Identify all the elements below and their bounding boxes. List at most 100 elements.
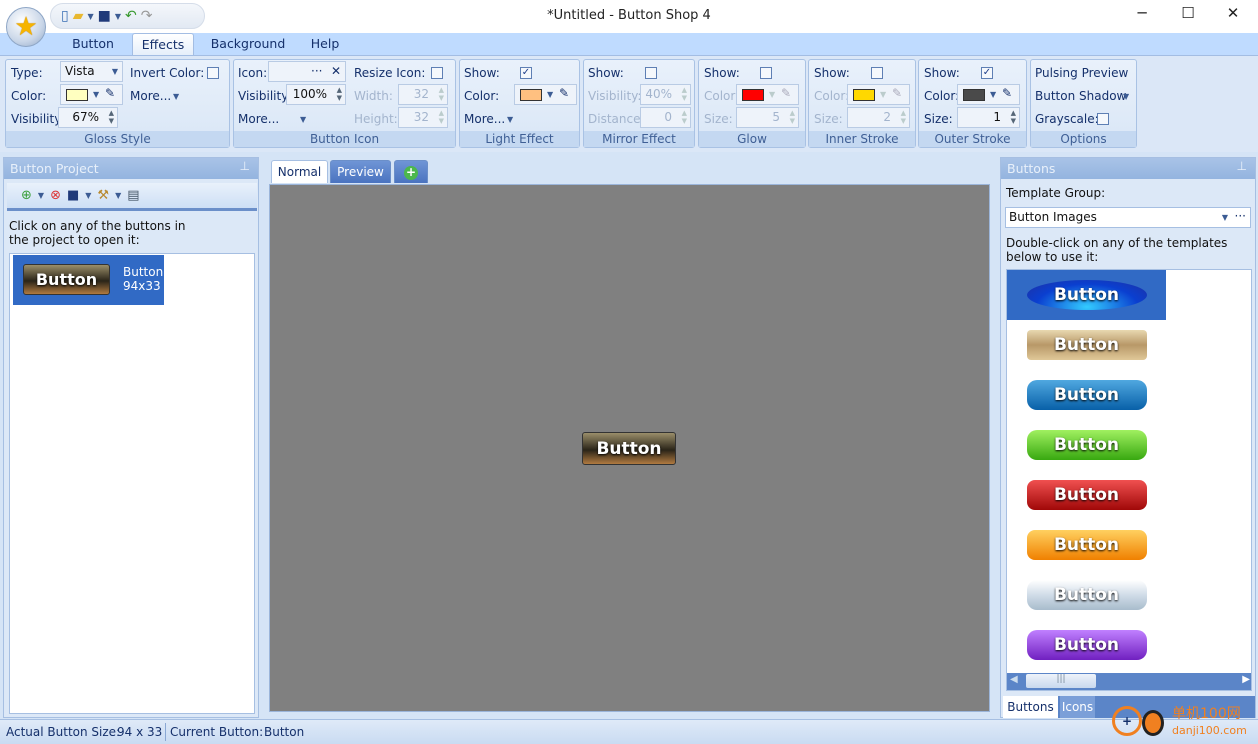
tab-preview[interactable]: Preview [330, 160, 391, 183]
glow-size-stepper[interactable]: 5 ▲ ▼ [736, 107, 799, 128]
template-group-select[interactable]: Button Images ▼ ··· [1005, 207, 1251, 228]
eyedropper-icon[interactable]: ✎ [1002, 86, 1012, 100]
pulsing-preview-button[interactable]: Pulsing Preview [1035, 66, 1128, 80]
template-parchment[interactable]: Button [1007, 320, 1166, 370]
buttons-panel: Buttons ⊥ Template Group: Button Images ▼… [1000, 157, 1256, 718]
ellipsis-icon[interactable]: ··· [1235, 209, 1246, 223]
project-item[interactable]: Button Button 94x33 [13, 255, 164, 305]
magic-wand-icon[interactable]: ⚒ [97, 188, 109, 203]
template-blue-rounded[interactable]: Button [1007, 370, 1166, 420]
pin-icon[interactable]: ⊥ [240, 159, 250, 173]
invert-color-checkbox[interactable] [207, 67, 219, 79]
template-black[interactable]: Butt [1166, 470, 1251, 520]
tab-help[interactable]: Help [303, 33, 347, 56]
watermark-logo: + 单机100网 danji100.com [1110, 700, 1258, 744]
template-button-image: Button [1026, 630, 1147, 660]
gloss-color-picker[interactable]: ▼ ✎ [60, 84, 123, 105]
outer-stroke-color-picker[interactable]: ▼ ✎ [957, 84, 1020, 105]
inner-stroke-show-checkbox[interactable] [871, 67, 883, 79]
template-green-rounded[interactable]: Button [1007, 420, 1166, 470]
glow-show-checkbox[interactable] [760, 67, 772, 79]
size-label: Size: [814, 112, 843, 126]
height-stepper[interactable]: 32 ▲ ▼ [398, 107, 448, 128]
preview-button[interactable]: Button [582, 432, 676, 465]
template-blue-speech[interactable]: Butt [1166, 270, 1251, 320]
app-menu-orb[interactable]: ★ [6, 7, 46, 47]
tab-buttons[interactable]: Buttons [1003, 696, 1058, 718]
outer-stroke-size-stepper[interactable]: 1 ▲ ▼ [957, 107, 1020, 128]
light-show-checkbox[interactable]: ✓ [520, 67, 532, 79]
chevron-down-icon[interactable]: ▼ [38, 191, 44, 200]
template-green-ellipse[interactable]: Butt [1166, 420, 1251, 470]
horizontal-scrollbar[interactable]: ◀ ||| ▶ [1007, 673, 1251, 690]
template-orange-burst[interactable]: Button [1007, 520, 1166, 570]
tab-icons[interactable]: Icons [1060, 696, 1095, 718]
template-cyan[interactable]: Butt [1166, 370, 1251, 420]
type-select[interactable]: Vista ▼ [60, 61, 123, 82]
maximize-button[interactable]: ☐ [1168, 4, 1208, 24]
chevron-down-icon[interactable]: ▼ [85, 191, 91, 200]
template-silver[interactable]: Button [1007, 570, 1166, 620]
eyedropper-icon[interactable]: ✎ [892, 86, 902, 100]
template-green-arrow[interactable]: Butt [1166, 570, 1251, 620]
type-label: Type: [11, 66, 43, 80]
template-grid: ◀ ||| ▶ ButtonButtButtonButtButtonButtBu… [1006, 269, 1252, 691]
group-label: Light Effect [460, 131, 579, 147]
outer-stroke-show-checkbox[interactable]: ✓ [981, 67, 993, 79]
window-title: *Untitled - Button Shop 4 [547, 8, 711, 23]
icon-visibility-stepper[interactable]: 100% ▲ ▼ [286, 84, 346, 105]
chevron-down-icon[interactable]: ▼ [115, 191, 121, 200]
spin-arrows-icon[interactable]: ▲ ▼ [109, 109, 114, 125]
visibility-stepper[interactable]: 67% ▲ ▼ [58, 107, 118, 128]
template-purple-burst[interactable]: Button [1007, 620, 1166, 670]
tab-effects[interactable]: Effects [132, 33, 194, 56]
template-red-burst[interactable]: Button [1007, 470, 1166, 520]
delete-icon[interactable]: ⊗ [50, 188, 61, 203]
tab-normal[interactable]: Normal [271, 160, 328, 183]
editor-canvas[interactable]: Button [269, 184, 990, 712]
tab-background[interactable]: Background [205, 33, 291, 56]
template-blue-ellipse[interactable]: Button [1007, 270, 1166, 320]
resize-icon-checkbox[interactable] [431, 67, 443, 79]
close-button[interactable]: ✕ [1213, 4, 1253, 24]
tab-button[interactable]: Button [62, 33, 124, 56]
browse-icon-button[interactable]: ··· [311, 64, 322, 78]
more-dropdown[interactable]: More... [238, 112, 279, 126]
minimize-button[interactable]: ─ [1122, 4, 1162, 24]
scrollbar-thumb[interactable]: ||| [1026, 674, 1096, 688]
pin-icon[interactable]: ⊥ [1237, 159, 1247, 173]
button-shadow-dropdown[interactable]: Button Shadow [1035, 89, 1126, 103]
clear-icon-button[interactable]: ✕ [331, 64, 341, 78]
mirror-distance-stepper[interactable]: 0 ▲ ▼ [640, 107, 691, 128]
distance-label: Distance: [588, 112, 645, 126]
template-purple[interactable]: Butt [1166, 620, 1251, 670]
more-dropdown[interactable]: More... [464, 112, 505, 126]
grayscale-checkbox[interactable] [1097, 113, 1109, 125]
add-icon[interactable]: ⊕ [21, 188, 32, 203]
add-tab-button[interactable]: + [394, 160, 428, 183]
panel-title: Buttons [1001, 158, 1255, 179]
eyedropper-icon[interactable]: ✎ [559, 86, 569, 100]
inner-stroke-color-picker[interactable]: ▼ ✎ [847, 84, 910, 105]
spin-arrows-icon[interactable]: ▲ ▼ [337, 86, 342, 102]
icon-field[interactable]: ··· ✕ [268, 61, 346, 82]
light-color-picker[interactable]: ▼ ✎ [514, 84, 577, 105]
spin-arrows-icon[interactable]: ▲ ▼ [1011, 109, 1016, 125]
scroll-left-icon[interactable]: ◀ [1010, 674, 1018, 685]
eyedropper-icon[interactable]: ✎ [105, 86, 115, 100]
inner-stroke-size-stepper[interactable]: 2 ▲ ▼ [847, 107, 910, 128]
glow-color-picker[interactable]: ▼ ✎ [736, 84, 799, 105]
resize-icon-label: Resize Icon: [354, 66, 426, 80]
template-blue-white[interactable]: Butt [1166, 520, 1251, 570]
mirror-show-checkbox[interactable] [645, 67, 657, 79]
color-label: Color: [814, 89, 850, 103]
template-lime[interactable]: Butt [1166, 320, 1251, 370]
save-icon[interactable]: ■ [67, 188, 79, 203]
properties-icon[interactable]: ▤ [127, 188, 139, 203]
mirror-visibility-stepper[interactable]: 40% ▲ ▼ [640, 84, 691, 105]
eyedropper-icon[interactable]: ✎ [781, 86, 791, 100]
spin-arrows-icon: ▲ ▼ [681, 109, 687, 125]
width-stepper[interactable]: 32 ▲ ▼ [398, 84, 448, 105]
more-dropdown[interactable]: More... [130, 89, 171, 103]
scroll-right-icon[interactable]: ▶ [1242, 674, 1250, 685]
